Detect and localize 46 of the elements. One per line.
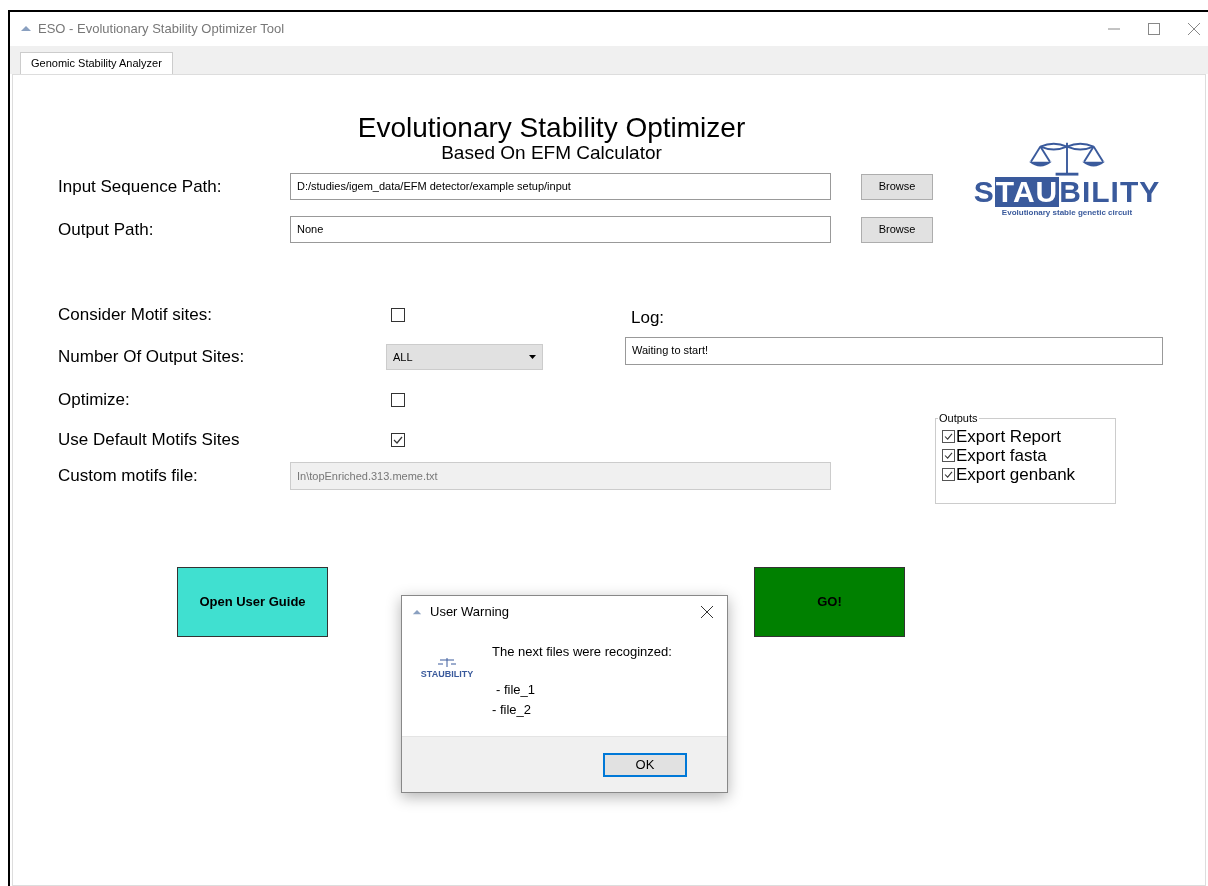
dialog-title: User Warning: [430, 603, 509, 622]
logo-tagline: Evolutionary stable genetic circuit: [1001, 207, 1133, 219]
window-title: ESO - Evolutionary Stability Optimizer Tool: [38, 20, 285, 39]
option-label: Consider Motif sites:: [58, 304, 213, 327]
export-checkbox[interactable]: Export fasta: [942, 445, 1109, 465]
check-icon: [944, 432, 953, 440]
file-list-item: - file_2: [492, 701, 533, 719]
ok-button[interactable]: OK: [603, 752, 687, 777]
checkbox[interactable]: [391, 308, 405, 322]
export-checkbox[interactable]: Export genbank: [942, 464, 1109, 484]
path-field[interactable]: None: [290, 216, 831, 243]
app-icon: [412, 608, 422, 616]
file-list-item: - file_1: [496, 681, 537, 699]
option-label: Use Default Motifs Sites: [58, 429, 241, 452]
export-checkbox[interactable]: Export Report: [942, 426, 1109, 446]
logo-text: STAUBILITY: [420, 668, 474, 681]
dialog-message: The next files were recoginzed:: [492, 643, 672, 661]
path-field[interactable]: D:/studies/igem_data/EFM detector/example setup/input: [290, 173, 831, 200]
go-button[interactable]: GO!: [754, 567, 905, 637]
browse-button[interactable]: Browse: [861, 173, 933, 200]
field-label: Output Path:: [58, 218, 155, 241]
app-heading: Evolutionary Stability Optimizer: [357, 113, 746, 143]
logo-text: BILITY: [1059, 177, 1161, 207]
maximize-icon[interactable]: [1148, 23, 1160, 35]
group-title: Outputs: [938, 411, 979, 426]
app-subheading: Based On EFM Calculator: [441, 143, 662, 163]
field-label: Input Sequence Path:: [58, 175, 223, 198]
caret-icon: [529, 355, 536, 359]
logo-text: TAU: [994, 177, 1060, 207]
close-icon[interactable]: [701, 606, 713, 618]
logo-text: S: [973, 177, 995, 207]
browse-button[interactable]: Browse: [861, 216, 933, 243]
scales-icon: [437, 658, 457, 668]
log-label: Log:: [631, 307, 666, 329]
tab[interactable]: Genomic Stability Analyzer: [20, 52, 173, 74]
option-label: Number Of Output Sites:: [58, 346, 246, 369]
option-label: Optimize:: [58, 389, 131, 412]
checkbox[interactable]: [391, 393, 405, 407]
app-icon: [20, 25, 32, 33]
dropdown[interactable]: ALL: [386, 344, 543, 370]
checkbox[interactable]: [391, 433, 405, 447]
option-label: Custom motifs file:: [58, 465, 199, 488]
check-icon: [944, 451, 953, 459]
user-guide-button[interactable]: Open User Guide: [177, 567, 328, 637]
check-icon: [944, 470, 953, 478]
log-field[interactable]: Waiting to start!: [625, 336, 1163, 365]
